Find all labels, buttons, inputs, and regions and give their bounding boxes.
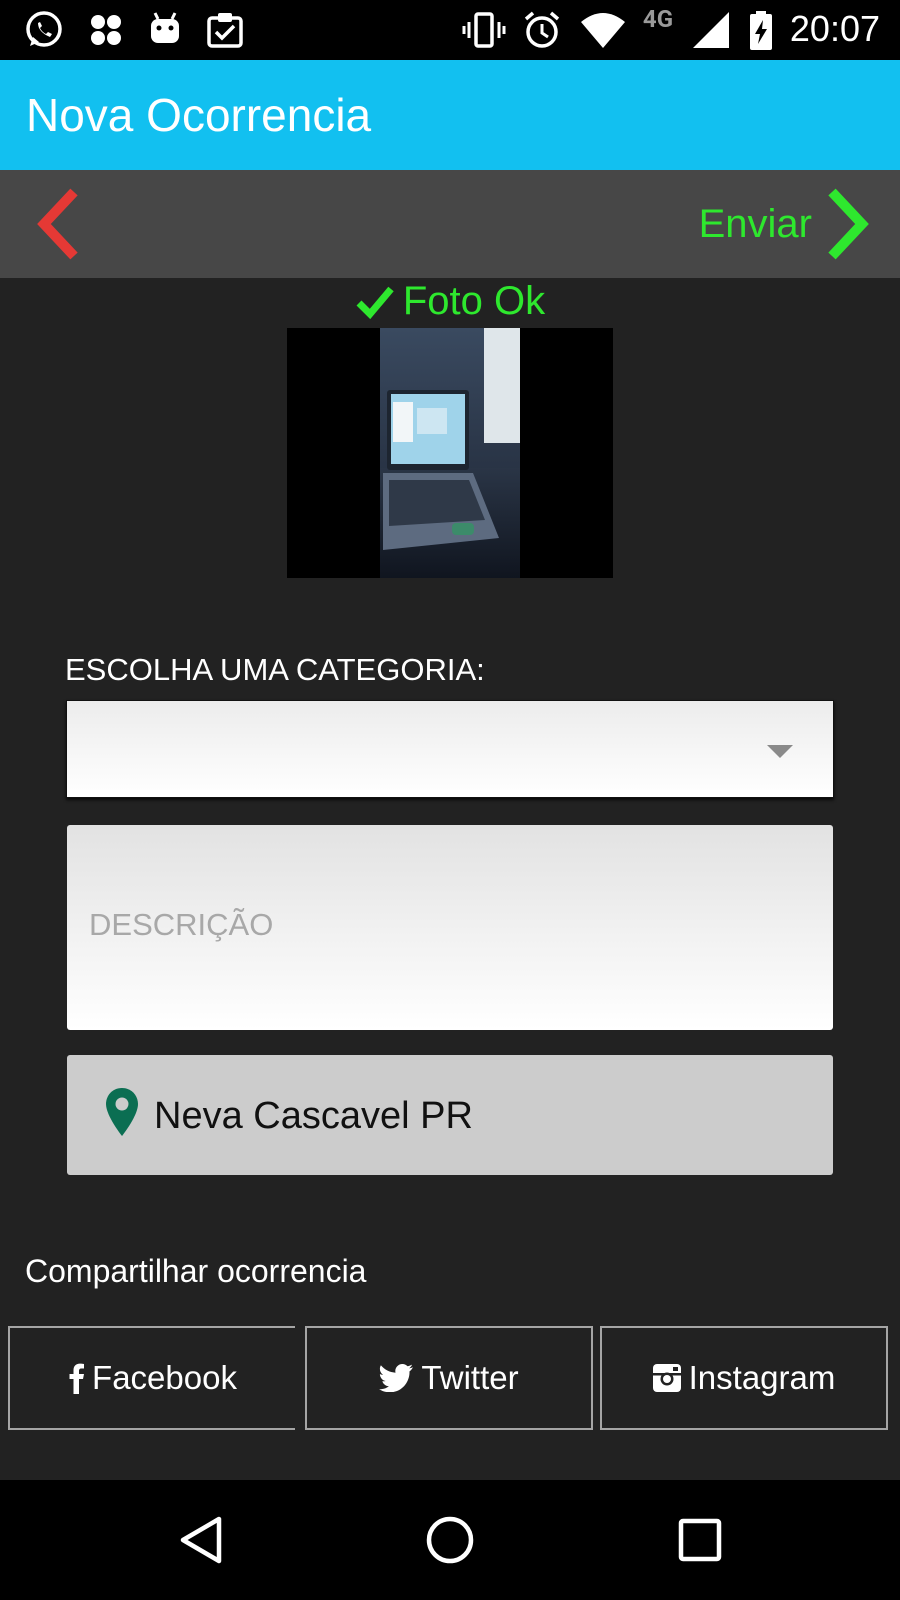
battery-charging-icon: [746, 10, 776, 50]
pinwheel-icon: [84, 10, 128, 50]
nav-recents-button[interactable]: [670, 1510, 730, 1570]
location-text: Neva Cascavel PR: [154, 1095, 473, 1137]
chevron-left-icon: [37, 188, 78, 260]
status-bar: 4G 20:07: [0, 0, 900, 60]
wifi-icon: [578, 10, 628, 50]
checkmark-icon: [356, 286, 394, 320]
page-title: Nova Ocorrencia: [26, 89, 372, 141]
share-facebook-button[interactable]: Facebook: [8, 1326, 295, 1430]
photo-image: [287, 328, 613, 578]
share-instagram-button[interactable]: Instagram: [600, 1326, 888, 1430]
nav-back-icon: [180, 1516, 222, 1564]
map-pin-icon: [106, 1088, 138, 1136]
description-field[interactable]: [67, 825, 833, 1030]
dropdown-arrow-icon: [767, 745, 793, 758]
photo-status-label: Foto Ok: [402, 278, 546, 323]
photo-thumbnail[interactable]: [287, 328, 613, 578]
location-field[interactable]: Neva Cascavel PR: [67, 1055, 833, 1175]
app-bar: Nova Ocorrencia: [0, 60, 900, 170]
instagram-label: Instagram: [688, 1359, 836, 1396]
android-nav-bar: [0, 1480, 900, 1600]
share-twitter-button[interactable]: Twitter: [305, 1326, 593, 1430]
facebook-label: Facebook: [92, 1359, 237, 1396]
android-icon: [143, 10, 187, 50]
whatsapp-icon: [22, 10, 66, 50]
alarm-icon: [520, 10, 564, 50]
signal-icon: [690, 10, 732, 50]
category-select[interactable]: [66, 700, 834, 798]
instagram-icon: [652, 1364, 681, 1392]
twitter-label: Twitter: [421, 1359, 519, 1396]
back-button[interactable]: [30, 184, 90, 264]
share-label: Compartilhar ocorrencia: [25, 1253, 367, 1289]
nav-toolbar: Enviar: [0, 170, 900, 278]
photo-status: Foto Ok: [0, 278, 900, 324]
network-type-label: 4G: [642, 5, 674, 33]
send-label: Enviar: [698, 201, 812, 246]
vibrate-icon: [460, 10, 508, 50]
nav-back-button[interactable]: [172, 1510, 232, 1570]
twitter-icon: [379, 1364, 414, 1392]
facebook-icon: [69, 1363, 85, 1394]
nav-home-button[interactable]: [420, 1510, 480, 1570]
chevron-right-icon: [828, 188, 869, 260]
clipboard-check-icon: [203, 10, 247, 50]
send-button[interactable]: Enviar: [699, 184, 870, 264]
nav-home-icon: [426, 1516, 474, 1564]
category-label: ESCOLHA UMA CATEGORIA:: [65, 652, 485, 687]
status-time: 20:07: [789, 8, 880, 49]
nav-recents-icon: [678, 1518, 722, 1562]
